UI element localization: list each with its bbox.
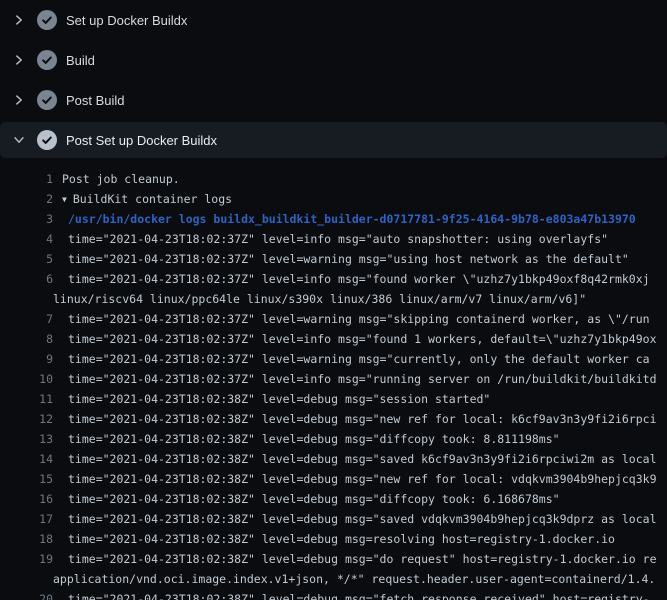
log-line-number[interactable]: 8	[0, 329, 53, 349]
log-line-text: time="2021-04-23T18:02:38Z" level=debug …	[53, 529, 667, 549]
log-line-number	[0, 569, 53, 589]
log-line-number[interactable]: 2	[0, 189, 53, 209]
log-line-text: linux/riscv64 linux/ppc64le linux/s390x …	[53, 289, 667, 309]
check-circle-icon	[37, 10, 57, 30]
log-viewer: 1 Post job cleanup. 2 ▼BuildKit containe…	[0, 160, 667, 600]
log-line-text: time="2021-04-23T18:02:38Z" level=debug …	[53, 429, 667, 449]
log-line-text: time="2021-04-23T18:02:38Z" level=debug …	[53, 489, 667, 509]
log-line: 17 time="2021-04-23T18:02:38Z" level=deb…	[0, 509, 667, 529]
log-line-text: time="2021-04-23T18:02:38Z" level=debug …	[53, 589, 667, 600]
log-line: 8 time="2021-04-23T18:02:37Z" level=info…	[0, 329, 667, 349]
log-line-number[interactable]: 12	[0, 409, 53, 429]
log-line: 19 time="2021-04-23T18:02:38Z" level=deb…	[0, 549, 667, 569]
log-line: 5 time="2021-04-23T18:02:37Z" level=warn…	[0, 249, 667, 269]
log-line: 1 Post job cleanup.	[0, 169, 667, 189]
log-line-number[interactable]: 9	[0, 349, 53, 369]
log-line-number[interactable]: 11	[0, 389, 53, 409]
log-line: 7 time="2021-04-23T18:02:37Z" level=warn…	[0, 309, 667, 329]
log-line: 20 time="2021-04-23T18:02:38Z" level=deb…	[0, 589, 667, 600]
log-line-number[interactable]: 7	[0, 309, 53, 329]
steps-list: Set up Docker Buildx Build P	[0, 0, 667, 158]
log-line-number[interactable]: 3	[0, 209, 53, 229]
log-line-number[interactable]: 17	[0, 509, 53, 529]
log-line: 10 time="2021-04-23T18:02:37Z" level=inf…	[0, 369, 667, 389]
log-line-number[interactable]: 13	[0, 429, 53, 449]
log-line-text: time="2021-04-23T18:02:37Z" level=info m…	[53, 269, 667, 289]
log-line-text: time="2021-04-23T18:02:37Z" level=info m…	[53, 369, 667, 389]
log-line: 12 time="2021-04-23T18:02:38Z" level=deb…	[0, 409, 667, 429]
step-title: Post Build	[66, 93, 125, 108]
step-row-post-set-up-docker-buildx[interactable]: Post Set up Docker Buildx	[0, 122, 667, 158]
log-line-number[interactable]: 20	[0, 589, 53, 600]
log-line-number[interactable]: 15	[0, 469, 53, 489]
log-line-number[interactable]: 5	[0, 249, 53, 269]
log-line-number[interactable]: 19	[0, 549, 53, 569]
log-line: 18 time="2021-04-23T18:02:38Z" level=deb…	[0, 529, 667, 549]
chevron-right-icon	[12, 13, 26, 27]
log-line-text: time="2021-04-23T18:02:37Z" level=warnin…	[53, 349, 667, 369]
log-line: 9 time="2021-04-23T18:02:37Z" level=warn…	[0, 349, 667, 369]
log-line: 16 time="2021-04-23T18:02:38Z" level=deb…	[0, 489, 667, 509]
log-line-text: time="2021-04-23T18:02:37Z" level=warnin…	[53, 309, 667, 329]
log-line: 15 time="2021-04-23T18:02:38Z" level=deb…	[0, 469, 667, 489]
log-line-number[interactable]: 18	[0, 529, 53, 549]
triangle-down-icon: ▼	[62, 190, 67, 209]
log-line: 4 time="2021-04-23T18:02:37Z" level=info…	[0, 229, 667, 249]
workflow-log-panel: Set up Docker Buildx Build P	[0, 0, 667, 600]
log-line: 6 time="2021-04-23T18:02:37Z" level=info…	[0, 269, 667, 289]
step-title: Set up Docker Buildx	[66, 13, 187, 28]
chevron-right-icon	[12, 93, 26, 107]
log-line-number[interactable]: 6	[0, 269, 53, 289]
log-line-number[interactable]: 16	[0, 489, 53, 509]
log-group-line[interactable]: 2 ▼BuildKit container logs	[0, 189, 667, 209]
chevron-down-icon	[12, 133, 26, 147]
step-row-build[interactable]: Build	[0, 40, 667, 80]
step-row-set-up-docker-buildx[interactable]: Set up Docker Buildx	[0, 0, 667, 40]
log-line-number[interactable]: 4	[0, 229, 53, 249]
check-circle-icon	[37, 50, 57, 70]
log-line-text: ▼BuildKit container logs	[53, 189, 667, 209]
log-line-number[interactable]: 10	[0, 369, 53, 389]
log-line-text: /usr/bin/docker logs buildx_buildkit_bui…	[53, 209, 667, 229]
log-line-text: time="2021-04-23T18:02:38Z" level=debug …	[53, 469, 667, 489]
step-title: Build	[66, 53, 95, 68]
check-circle-icon	[37, 90, 57, 110]
log-line: 11 time="2021-04-23T18:02:38Z" level=deb…	[0, 389, 667, 409]
step-row-post-build[interactable]: Post Build	[0, 80, 667, 120]
log-line: linux/riscv64 linux/ppc64le linux/s390x …	[0, 289, 667, 309]
log-line-number	[0, 289, 53, 309]
chevron-right-icon	[12, 53, 26, 67]
log-line-text: time="2021-04-23T18:02:38Z" level=debug …	[53, 549, 667, 569]
log-line: 14 time="2021-04-23T18:02:38Z" level=deb…	[0, 449, 667, 469]
log-line-text: time="2021-04-23T18:02:38Z" level=debug …	[53, 389, 667, 409]
log-line: 13 time="2021-04-23T18:02:38Z" level=deb…	[0, 429, 667, 449]
log-line-text: time="2021-04-23T18:02:38Z" level=debug …	[53, 449, 667, 469]
log-line-text: application/vnd.oci.image.index.v1+json,…	[53, 569, 667, 589]
log-line: application/vnd.oci.image.index.v1+json,…	[0, 569, 667, 589]
log-line-number[interactable]: 1	[0, 169, 53, 189]
log-line-text: Post job cleanup.	[53, 169, 667, 189]
log-line-text: time="2021-04-23T18:02:37Z" level=info m…	[53, 329, 667, 349]
log-line-text: time="2021-04-23T18:02:37Z" level=info m…	[53, 229, 667, 249]
check-circle-icon	[37, 130, 57, 150]
log-line-text: time="2021-04-23T18:02:38Z" level=debug …	[53, 409, 667, 429]
log-line-text: time="2021-04-23T18:02:38Z" level=debug …	[53, 509, 667, 529]
log-command-line: 3 /usr/bin/docker logs buildx_buildkit_b…	[0, 209, 667, 229]
log-line-number[interactable]: 14	[0, 449, 53, 469]
step-title: Post Set up Docker Buildx	[66, 133, 217, 148]
log-line-text: time="2021-04-23T18:02:37Z" level=warnin…	[53, 249, 667, 269]
